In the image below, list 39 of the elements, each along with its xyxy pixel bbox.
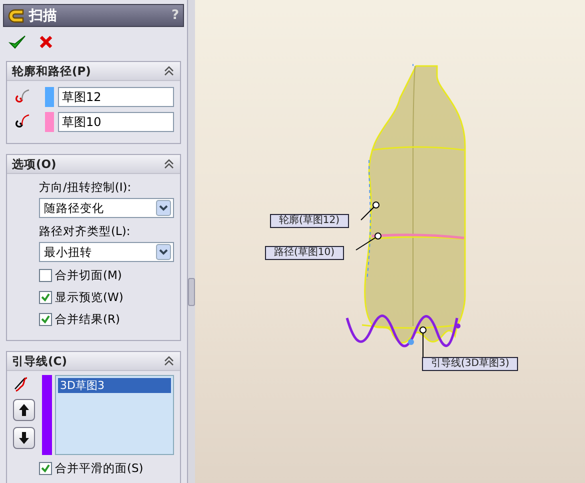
panel-title: 扫描 — [29, 6, 58, 24]
dropdown[interactable]: 最小扭转 — [39, 242, 174, 262]
leader-line — [360, 202, 380, 220]
callout-label: 引导线(3D草图3) — [422, 357, 518, 371]
leader-line — [356, 232, 382, 250]
checkbox-label: 显示预览(W) — [55, 290, 124, 305]
callout-label: 轮廓(草图12) — [270, 214, 349, 228]
checkbox[interactable] — [39, 269, 52, 282]
checkbox-label: 合并结果(R) — [55, 312, 120, 327]
collapse-icon[interactable] — [163, 158, 175, 170]
arrow-down-icon — [18, 431, 30, 445]
close-icon[interactable] — [38, 34, 54, 50]
collapse-icon[interactable] — [163, 65, 175, 77]
checkbox[interactable] — [39, 291, 52, 304]
callout-label: 路径(草图10) — [265, 246, 344, 260]
checkbox-label: 合并切面(M) — [55, 268, 122, 283]
checkbox[interactable] — [39, 313, 52, 326]
magnet-icon — [8, 8, 26, 24]
checkmark-icon[interactable] — [8, 34, 26, 50]
dropdown-label: 方向/扭转控制(I): — [39, 180, 132, 195]
dropdown-label: 路径对齐类型(L): — [39, 224, 132, 239]
checkbox-label: 合并平滑的面(S) — [55, 461, 144, 476]
dropdown[interactable]: 随路径变化 — [39, 198, 174, 218]
section-title: 选项(O) — [12, 156, 56, 172]
section-header[interactable]: 选项(O) — [7, 155, 180, 174]
move-up-button[interactable] — [13, 399, 35, 421]
collapse-icon[interactable] — [163, 355, 175, 367]
move-down-button[interactable] — [13, 427, 35, 449]
arrow-up-icon — [18, 403, 30, 417]
selection-field[interactable]: 草图10 — [58, 112, 174, 132]
list-item[interactable]: 3D草图3 — [58, 378, 171, 393]
section-header[interactable]: 轮廓和路径(P) — [7, 62, 180, 81]
splitter-handle[interactable] — [188, 278, 195, 306]
selection-list[interactable]: 3D草图3 — [55, 375, 174, 455]
section-title: 引导线(C) — [12, 354, 67, 368]
section-title: 轮廓和路径(P) — [12, 64, 91, 78]
section-header[interactable]: 引导线(C) — [7, 352, 180, 371]
selection-field[interactable]: 草图12 — [58, 87, 174, 107]
checkbox[interactable] — [39, 462, 52, 475]
